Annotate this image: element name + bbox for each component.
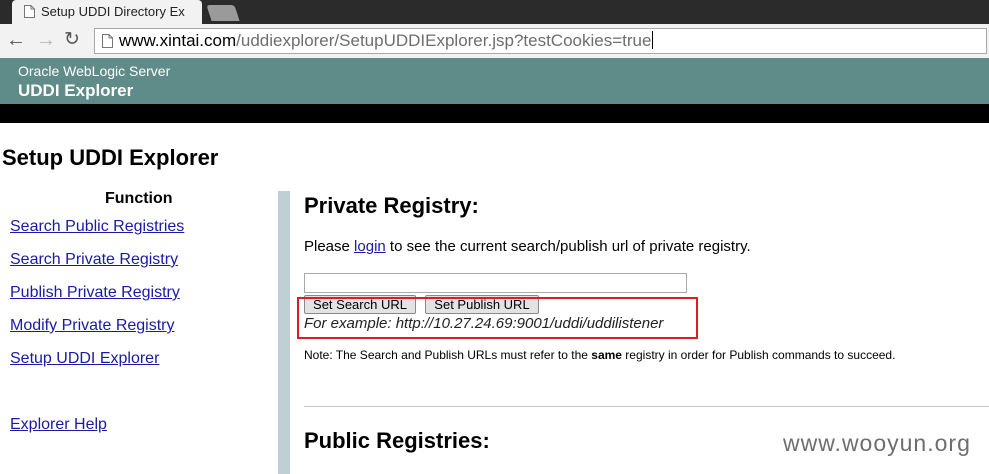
app-title: UDDI Explorer	[18, 81, 134, 100]
registry-url-input[interactable]	[304, 273, 687, 293]
forward-arrow-icon[interactable]: →	[36, 30, 56, 50]
login-link[interactable]: login	[354, 238, 386, 255]
public-registries-title: Public Registries:	[304, 428, 490, 453]
page-icon	[24, 5, 35, 18]
reload-icon[interactable]: ↻	[64, 30, 80, 50]
private-registry-title: Private Registry:	[304, 193, 479, 218]
address-bar[interactable]: www.xintai.com/uddiexplorer/SetupUDDIExp…	[94, 28, 987, 54]
red-highlight-box	[297, 297, 698, 339]
url-text[interactable]: www.xintai.com/uddiexplorer/SetupUDDIExp…	[119, 31, 654, 51]
link-setup-uddi-explorer[interactable]: Setup UDDI Explorer	[10, 350, 159, 368]
back-arrow-icon[interactable]: ←	[6, 30, 26, 50]
note-suffix: registry in order for Publish commands t…	[621, 348, 896, 362]
link-explorer-help[interactable]: Explorer Help	[10, 416, 107, 434]
login-suffix: to see the current search/publish url of…	[385, 238, 751, 255]
note-prefix: Note: The Search and Publish URLs must r…	[304, 348, 592, 362]
link-publish-private-registry[interactable]: Publish Private Registry	[10, 284, 180, 302]
weblogic-header: Oracle WebLogic Server UDDI Explorer	[0, 58, 989, 104]
note-bold: same	[591, 348, 622, 362]
watermark: www.wooyun.org	[783, 430, 971, 456]
login-instructions: Please login to see the current search/p…	[304, 238, 751, 255]
url-host: www.xintai.com	[119, 31, 237, 50]
note-text: Note: The Search and Publish URLs must r…	[304, 348, 895, 362]
section-divider	[304, 406, 989, 407]
text-caret	[652, 31, 654, 49]
url-path: /uddiexplorer/SetupUDDIExplorer.jsp?test…	[236, 31, 652, 50]
link-search-private-registry[interactable]: Search Private Registry	[10, 251, 178, 269]
link-modify-private-registry[interactable]: Modify Private Registry	[10, 317, 175, 335]
function-heading: Function	[105, 190, 173, 207]
browser-tab-title: Setup UDDI Directory Ex	[41, 4, 185, 19]
browser-toolbar: ← → ↻ www.xintai.com/uddiexplorer/SetupU…	[0, 24, 989, 59]
browser-tab[interactable]: Setup UDDI Directory Ex ×	[12, 0, 202, 24]
new-tab-button[interactable]	[206, 5, 240, 21]
page-icon	[102, 34, 113, 48]
link-search-public-registries[interactable]: Search Public Registries	[10, 218, 184, 236]
browser-tab-strip: Setup UDDI Directory Ex ×	[0, 0, 989, 24]
sidebar-divider	[278, 191, 290, 474]
product-name: Oracle WebLogic Server	[18, 63, 171, 79]
header-divider-bar	[0, 104, 989, 123]
page-title: Setup UDDI Explorer	[2, 145, 219, 170]
login-prefix: Please	[304, 238, 355, 255]
